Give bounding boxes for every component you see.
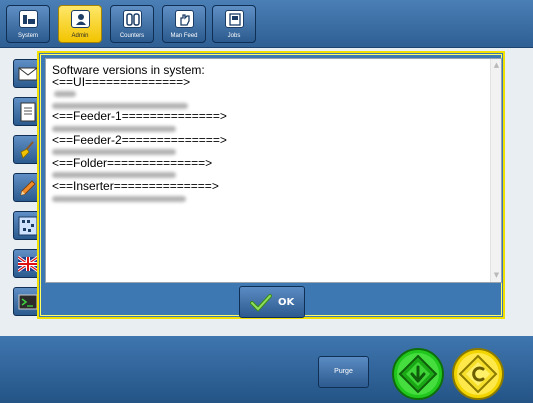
broom-icon bbox=[20, 141, 34, 159]
man-feed-button[interactable]: Man Feed bbox=[162, 5, 206, 43]
system-button[interactable]: System bbox=[6, 5, 50, 43]
barcode-grid-icon bbox=[18, 216, 38, 236]
redacted-line bbox=[52, 193, 488, 205]
admin-label: Admin bbox=[71, 33, 89, 39]
counters-icon bbox=[123, 10, 142, 28]
section-inserter: <==Inserter==============> bbox=[52, 178, 219, 193]
vertical-scrollbar[interactable]: ▲ ▼ bbox=[490, 59, 501, 282]
envelope-icon bbox=[18, 67, 38, 81]
redacted-line bbox=[52, 146, 488, 158]
redacted-line bbox=[52, 123, 488, 135]
purge-label: Purge bbox=[334, 368, 353, 375]
purge-button[interactable]: Purge bbox=[318, 356, 369, 388]
ok-button[interactable]: OK bbox=[239, 286, 305, 318]
jobs-icon bbox=[225, 10, 244, 28]
versions-text-area[interactable]: Software versions in system: <==UI======… bbox=[45, 58, 502, 283]
checkmark-icon bbox=[250, 294, 272, 312]
pencil-icon bbox=[20, 180, 36, 196]
ok-label: OK bbox=[278, 297, 295, 308]
redacted-line bbox=[52, 169, 488, 181]
section-folder: <==Folder==============> bbox=[52, 155, 213, 170]
man-feed-label: Man Feed bbox=[170, 33, 198, 39]
top-toolbar: System Admin Counters Man Feed Jobs bbox=[0, 0, 533, 48]
counters-button[interactable]: Counters bbox=[110, 5, 154, 43]
start-diamond-icon bbox=[392, 348, 444, 400]
admin-person-icon bbox=[71, 10, 90, 28]
continue-diamond-icon bbox=[452, 348, 504, 400]
left-sidebar bbox=[0, 48, 41, 338]
start-button[interactable] bbox=[391, 347, 445, 401]
jobs-label: Jobs bbox=[227, 33, 241, 39]
counters-label: Counters bbox=[119, 33, 145, 39]
bottom-bar: Purge bbox=[0, 336, 533, 403]
dialog-inner-border: Software versions in system: <==UI======… bbox=[40, 54, 502, 318]
admin-button[interactable]: Admin bbox=[58, 5, 102, 43]
jobs-button[interactable]: Jobs bbox=[212, 5, 256, 43]
continue-button[interactable] bbox=[451, 347, 505, 401]
scroll-up-arrow-icon[interactable]: ▲ bbox=[492, 61, 501, 70]
redacted-line bbox=[52, 100, 488, 112]
software-versions-dialog: Software versions in system: <==UI======… bbox=[37, 51, 505, 319]
terminal-icon bbox=[18, 294, 38, 310]
uk-flag-icon bbox=[18, 255, 38, 273]
section-feeder-2: <==Feeder-2==============> bbox=[52, 132, 227, 147]
hand-icon bbox=[175, 10, 194, 28]
system-icon bbox=[19, 10, 38, 28]
system-label: System bbox=[17, 33, 38, 39]
scroll-down-arrow-icon[interactable]: ▼ bbox=[492, 271, 501, 280]
document-icon bbox=[20, 102, 36, 122]
redacted-line bbox=[52, 88, 488, 100]
versions-text: Software versions in system: <==UI======… bbox=[52, 64, 488, 205]
section-feeder-1: <==Feeder-1==============> bbox=[52, 109, 227, 124]
section-ui: <==UI==============> bbox=[52, 74, 191, 89]
